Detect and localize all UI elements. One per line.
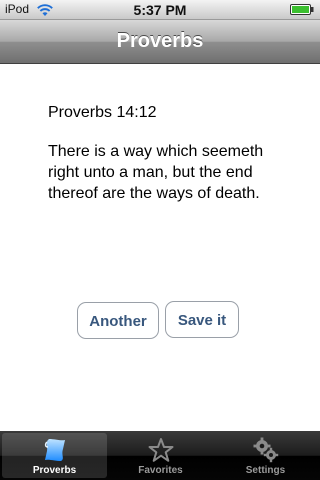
app-screen: iPod 5:37 PM Proverbs Proverbs 14:12 The…: [0, 0, 320, 480]
tab-label-favorites: Favorites: [138, 465, 183, 476]
page-title: Proverbs: [116, 30, 204, 52]
tab-favorites[interactable]: Favorites: [108, 433, 213, 478]
star-icon: [148, 438, 173, 462]
scroll-icon: [44, 439, 65, 461]
status-bar: iPod 5:37 PM: [0, 0, 320, 20]
navigation-bar: Proverbs: [0, 20, 320, 64]
tab-settings[interactable]: Settings: [213, 433, 318, 478]
save-it-button[interactable]: Save it: [165, 301, 239, 338]
status-time: 5:37 PM: [133, 2, 187, 18]
tab-bar: Proverbs Favorites Settings: [0, 431, 320, 480]
another-button[interactable]: Another: [77, 302, 159, 339]
proverb-text: There is a way which seemeth right unto …: [48, 143, 264, 202]
proverb-reference: Proverbs 14:12: [48, 104, 157, 121]
tab-label-settings: Settings: [245, 465, 286, 476]
battery-icon: [290, 4, 314, 15]
tab-proverbs[interactable]: Proverbs: [2, 433, 107, 478]
gears-icon: [253, 437, 278, 463]
tab-label-proverbs: Proverbs: [32, 465, 77, 476]
